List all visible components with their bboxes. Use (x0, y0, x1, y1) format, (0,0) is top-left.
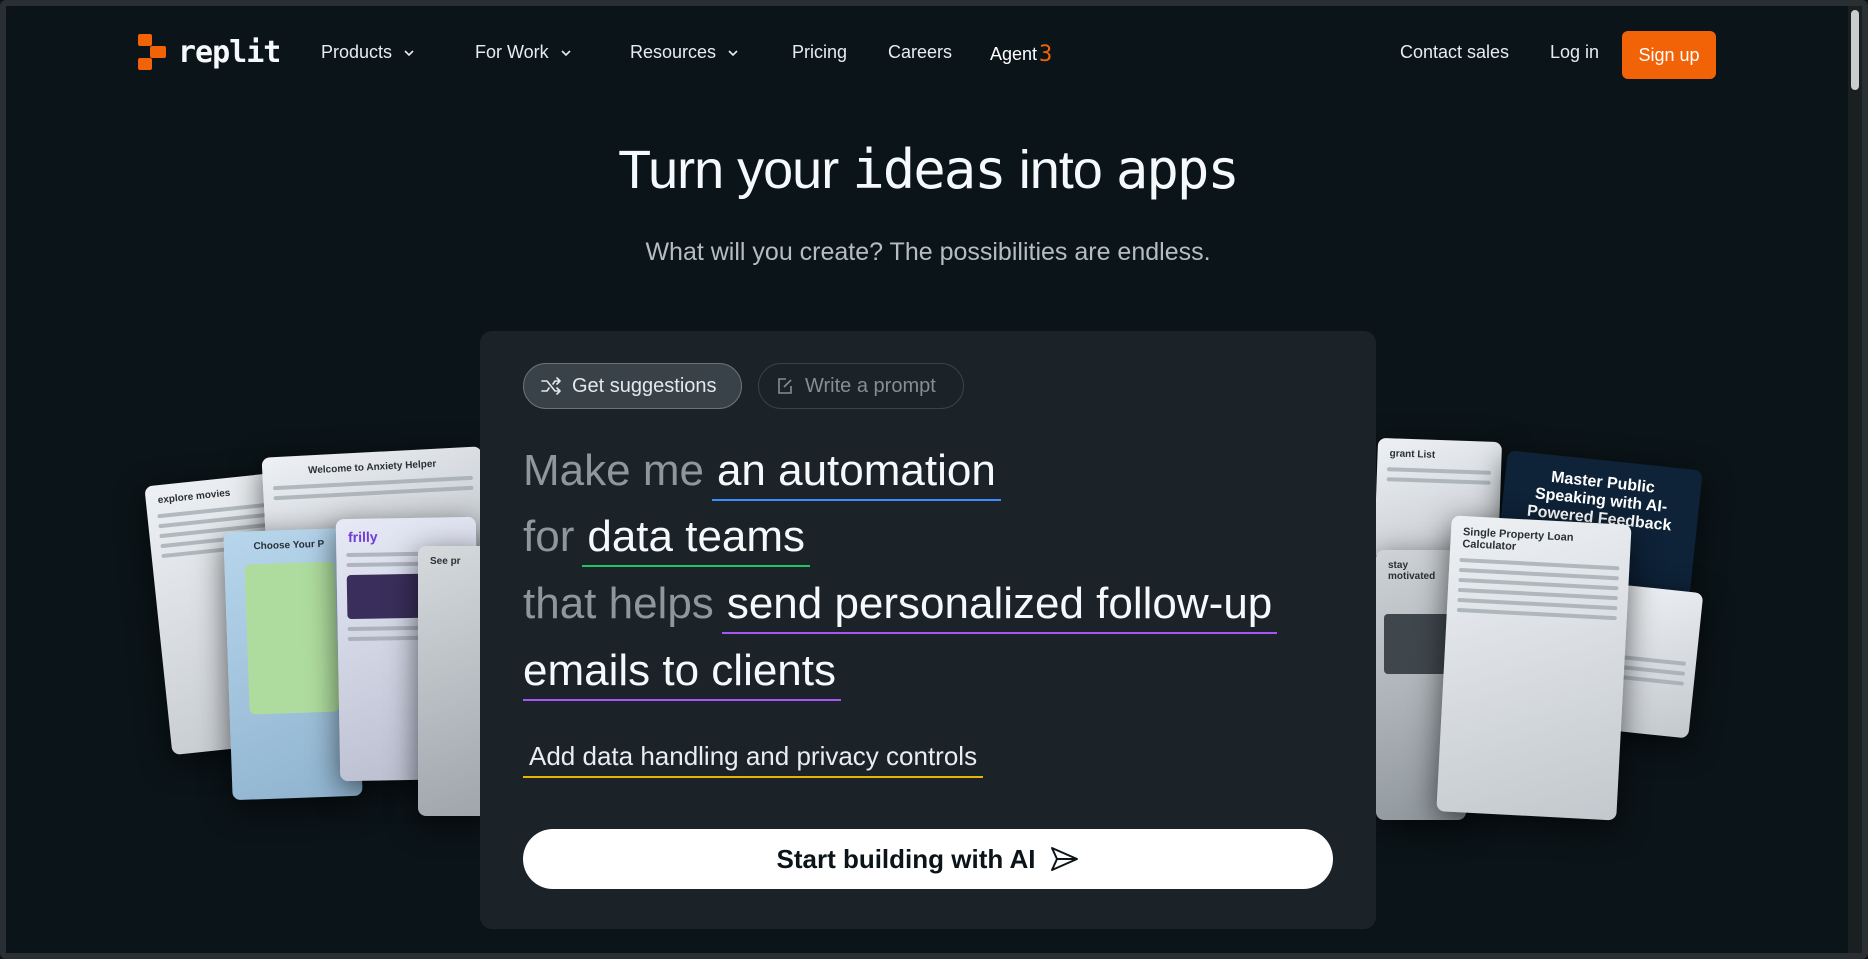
page-scrollbar[interactable] (1848, 6, 1862, 953)
preview-card-title: Choose Your P (253, 538, 325, 553)
send-icon (1050, 847, 1078, 871)
prompt-slot-purpose[interactable]: send personalized follow-up (721, 579, 1278, 634)
preview-card-see: See pr (418, 546, 488, 816)
prompt-builder-panel: Get suggestions Write a prompt Make me an… (480, 331, 1376, 929)
prompt-slot-app-type[interactable]: an automation (711, 446, 1001, 501)
prompt-slot-purpose-cont[interactable]: emails to clients (523, 646, 842, 701)
prompt-static-text: for (523, 512, 575, 561)
start-building-label: Start building with AI (776, 843, 1036, 874)
prompt-addon-privacy[interactable]: Add data handling and privacy controls (523, 741, 984, 778)
prompt-slot-audience[interactable]: data teams (582, 512, 811, 567)
prompt-line-4: emails to clients (523, 646, 842, 701)
preview-card-loan-calculator: Single Property Loan Calculator (1436, 515, 1632, 821)
get-suggestions-label: Get suggestions (572, 374, 717, 397)
write-prompt-chip[interactable]: Write a prompt (758, 363, 964, 409)
prompt-static-text: that helps (523, 579, 714, 628)
preview-card-title: Welcome to Anxiety Helper (307, 458, 437, 477)
prompt-line-1: Make me an automation (523, 446, 1001, 501)
scrollbar-thumb[interactable] (1851, 10, 1859, 90)
preview-card-title: See pr (430, 556, 461, 567)
prompt-line-3: that helps send personalized follow-up (523, 579, 1278, 634)
start-building-button[interactable]: Start building with AI (523, 829, 1333, 889)
get-suggestions-chip[interactable]: Get suggestions (523, 363, 742, 409)
write-prompt-label: Write a prompt (805, 374, 936, 397)
preview-card-title: frilly (347, 528, 378, 546)
prompt-static-text: Make me (523, 446, 704, 495)
preview-card-title: grant List (1389, 448, 1436, 461)
shuffle-icon (541, 377, 561, 395)
edit-icon (778, 378, 792, 394)
prompt-line-2: for data teams (523, 512, 811, 567)
